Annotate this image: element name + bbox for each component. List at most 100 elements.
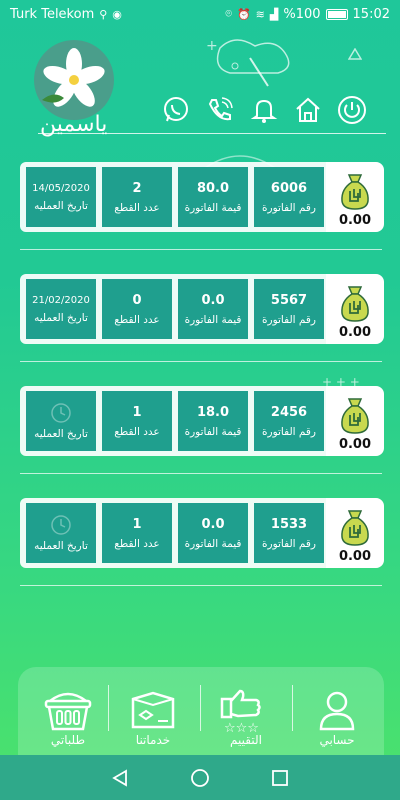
signal-icon: ▟ — [269, 7, 279, 21]
date-label: تاريخ العمليه — [34, 199, 88, 212]
date-cell: تاريخ العمليه — [26, 503, 96, 563]
invoice-value-cell: 0.0 قيمة الفاتورة — [178, 503, 248, 563]
item-count-cell: 0 عدد القطع — [102, 279, 172, 339]
invoice-value-label: قيمة الفاتورة — [184, 313, 242, 326]
battery-percent: %100 — [283, 6, 321, 22]
phone-icon — [208, 97, 233, 121]
invoice-value-label: قيمة الفاتورة — [184, 537, 242, 550]
date-label: تاريخ العمليه — [34, 311, 88, 324]
invoice-number-label: رقم الفاتورة — [262, 201, 316, 214]
battery-icon — [325, 8, 348, 20]
invoice-value-value: 0.0 — [201, 516, 225, 532]
alarm-icon: ⏰ — [236, 7, 251, 21]
whatsapp-notification-icon: ◉ — [112, 7, 122, 21]
invoice-number-value: 1533 — [270, 516, 308, 532]
nav-rating[interactable]: ☆☆☆ التقييم — [206, 677, 286, 747]
invoice-value-label: قيمة الفاتورة — [184, 201, 242, 214]
balance-amount: 0.00 — [338, 437, 372, 452]
home-circle-icon[interactable] — [190, 768, 210, 788]
item-count-label: عدد القطع — [114, 201, 160, 214]
clock-icon — [51, 403, 71, 423]
item-count-cell: 1 عدد القطع — [102, 391, 172, 451]
nav-my-orders[interactable]: طلباتي — [28, 677, 108, 747]
invoice-value-value: 80.0 — [196, 180, 230, 196]
header: ياسمين + — [0, 28, 400, 140]
item-count-label: عدد القطع — [114, 537, 160, 550]
location-icon: ⌾ — [225, 7, 232, 20]
nav-rating-label: التقييم — [230, 733, 262, 747]
row-divider — [20, 249, 382, 250]
usb-icon: ⚲ — [99, 7, 108, 21]
user-icon — [319, 691, 355, 731]
thumbs-up-icon: ☆☆☆ — [220, 689, 261, 733]
nav-my-orders-label: طلباتي — [50, 733, 86, 747]
order-row[interactable]: تاريخ العمليه 1 عدد القطع 0.0 قيمة الفاتورة 1… — [20, 498, 384, 568]
item-count-cell: 1 عدد القطع — [102, 503, 172, 563]
triangle-decoration-icon — [348, 48, 362, 60]
back-icon[interactable] — [110, 768, 130, 788]
invoice-value-value: 18.0 — [196, 404, 230, 420]
order-row[interactable]: تاريخ العمليه 1 عدد القطع 18.0 قيمة الفاتورة… — [20, 386, 384, 456]
invoice-number-label: رقم الفاتورة — [262, 313, 316, 326]
nav-our-services[interactable]: خدماتنا — [113, 677, 193, 747]
invoice-number-cell: 5567 رقم الفاتورة — [254, 279, 324, 339]
invoice-number-label: رقم الفاتورة — [262, 537, 316, 550]
nav-my-account-label: حسابي — [319, 733, 355, 747]
item-count-value: 2 — [132, 180, 142, 196]
bell-icon — [250, 99, 278, 123]
balance-amount: 0.00 — [338, 549, 372, 564]
recents-icon[interactable] — [270, 768, 290, 788]
nav-divider — [108, 685, 109, 731]
invoice-number-value: 5567 — [270, 292, 308, 308]
date-cell: 21/02/2020 تاريخ العمليه — [26, 279, 96, 339]
logout-button[interactable] — [336, 94, 368, 126]
box-icon — [131, 691, 175, 729]
power-icon — [338, 96, 366, 124]
home-button[interactable] — [292, 94, 324, 126]
logo — [34, 40, 114, 120]
date-cell: تاريخ العمليه — [26, 391, 96, 451]
clock-icon — [51, 515, 71, 535]
date-label: تاريخ العمليه — [34, 540, 88, 552]
row-divider — [20, 361, 382, 362]
call-button[interactable] — [204, 94, 236, 126]
nav-divider — [200, 685, 201, 731]
invoice-number-value: 6006 — [270, 180, 308, 196]
nav-divider — [292, 685, 293, 731]
date-label: تاريخ العمليه — [34, 428, 88, 440]
balance-amount: 0.00 — [338, 213, 372, 228]
svg-text:☆☆☆: ☆☆☆ — [224, 721, 259, 733]
invoice-value-label: قيمة الفاتورة — [184, 425, 242, 438]
item-count-cell: 2 عدد القطع — [102, 167, 172, 227]
item-count-label: عدد القطع — [114, 425, 160, 438]
system-navigation-bar — [0, 755, 400, 800]
order-row[interactable]: 14/05/2020 تاريخ العمليه 2 عدد القطع 80.0 قيم… — [20, 162, 384, 232]
invoice-value-cell: 80.0 قيمة الفاتورة — [178, 167, 248, 227]
basket-icon — [44, 692, 92, 731]
whatsapp-button[interactable] — [160, 94, 192, 126]
carrier-label: Turk Telekom — [10, 6, 95, 22]
balance-box: 0.00 — [326, 386, 384, 456]
item-count-label: عدد القطع — [114, 313, 160, 326]
jasmine-flower-icon — [42, 48, 105, 107]
money-bag-icon — [341, 286, 369, 322]
cleaning-decoration-icon: + — [206, 38, 290, 87]
item-count-value: 1 — [132, 404, 142, 420]
notifications-button[interactable] — [248, 94, 280, 126]
balance-box: 0.00 — [326, 162, 384, 232]
nav-our-services-label: خدماتنا — [135, 733, 171, 747]
invoice-number-cell: 6006 رقم الفاتورة — [254, 167, 324, 227]
item-count-value: 0 — [132, 292, 142, 308]
bottom-navigation: طلباتي خدماتنا ☆☆☆ التقييم حسابي — [18, 667, 384, 755]
home-icon — [296, 97, 320, 122]
status-bar: Turk Telekom ⚲ ◉ ⌾ ⏰ ≋ ▟ %100 15:02 — [0, 0, 400, 28]
header-divider — [38, 133, 386, 134]
invoice-number-cell: 2456 رقم الفاتورة — [254, 391, 324, 451]
invoice-number-label: رقم الفاتورة — [262, 425, 316, 438]
money-bag-icon — [341, 510, 369, 546]
balance-amount: 0.00 — [338, 325, 372, 340]
order-row[interactable]: 21/02/2020 تاريخ العمليه 0 عدد القطع 0.0 قيمة… — [20, 274, 384, 344]
money-bag-icon — [341, 398, 369, 434]
date-cell: 14/05/2020 تاريخ العمليه — [26, 167, 96, 227]
nav-my-account[interactable]: حسابي — [297, 677, 377, 747]
